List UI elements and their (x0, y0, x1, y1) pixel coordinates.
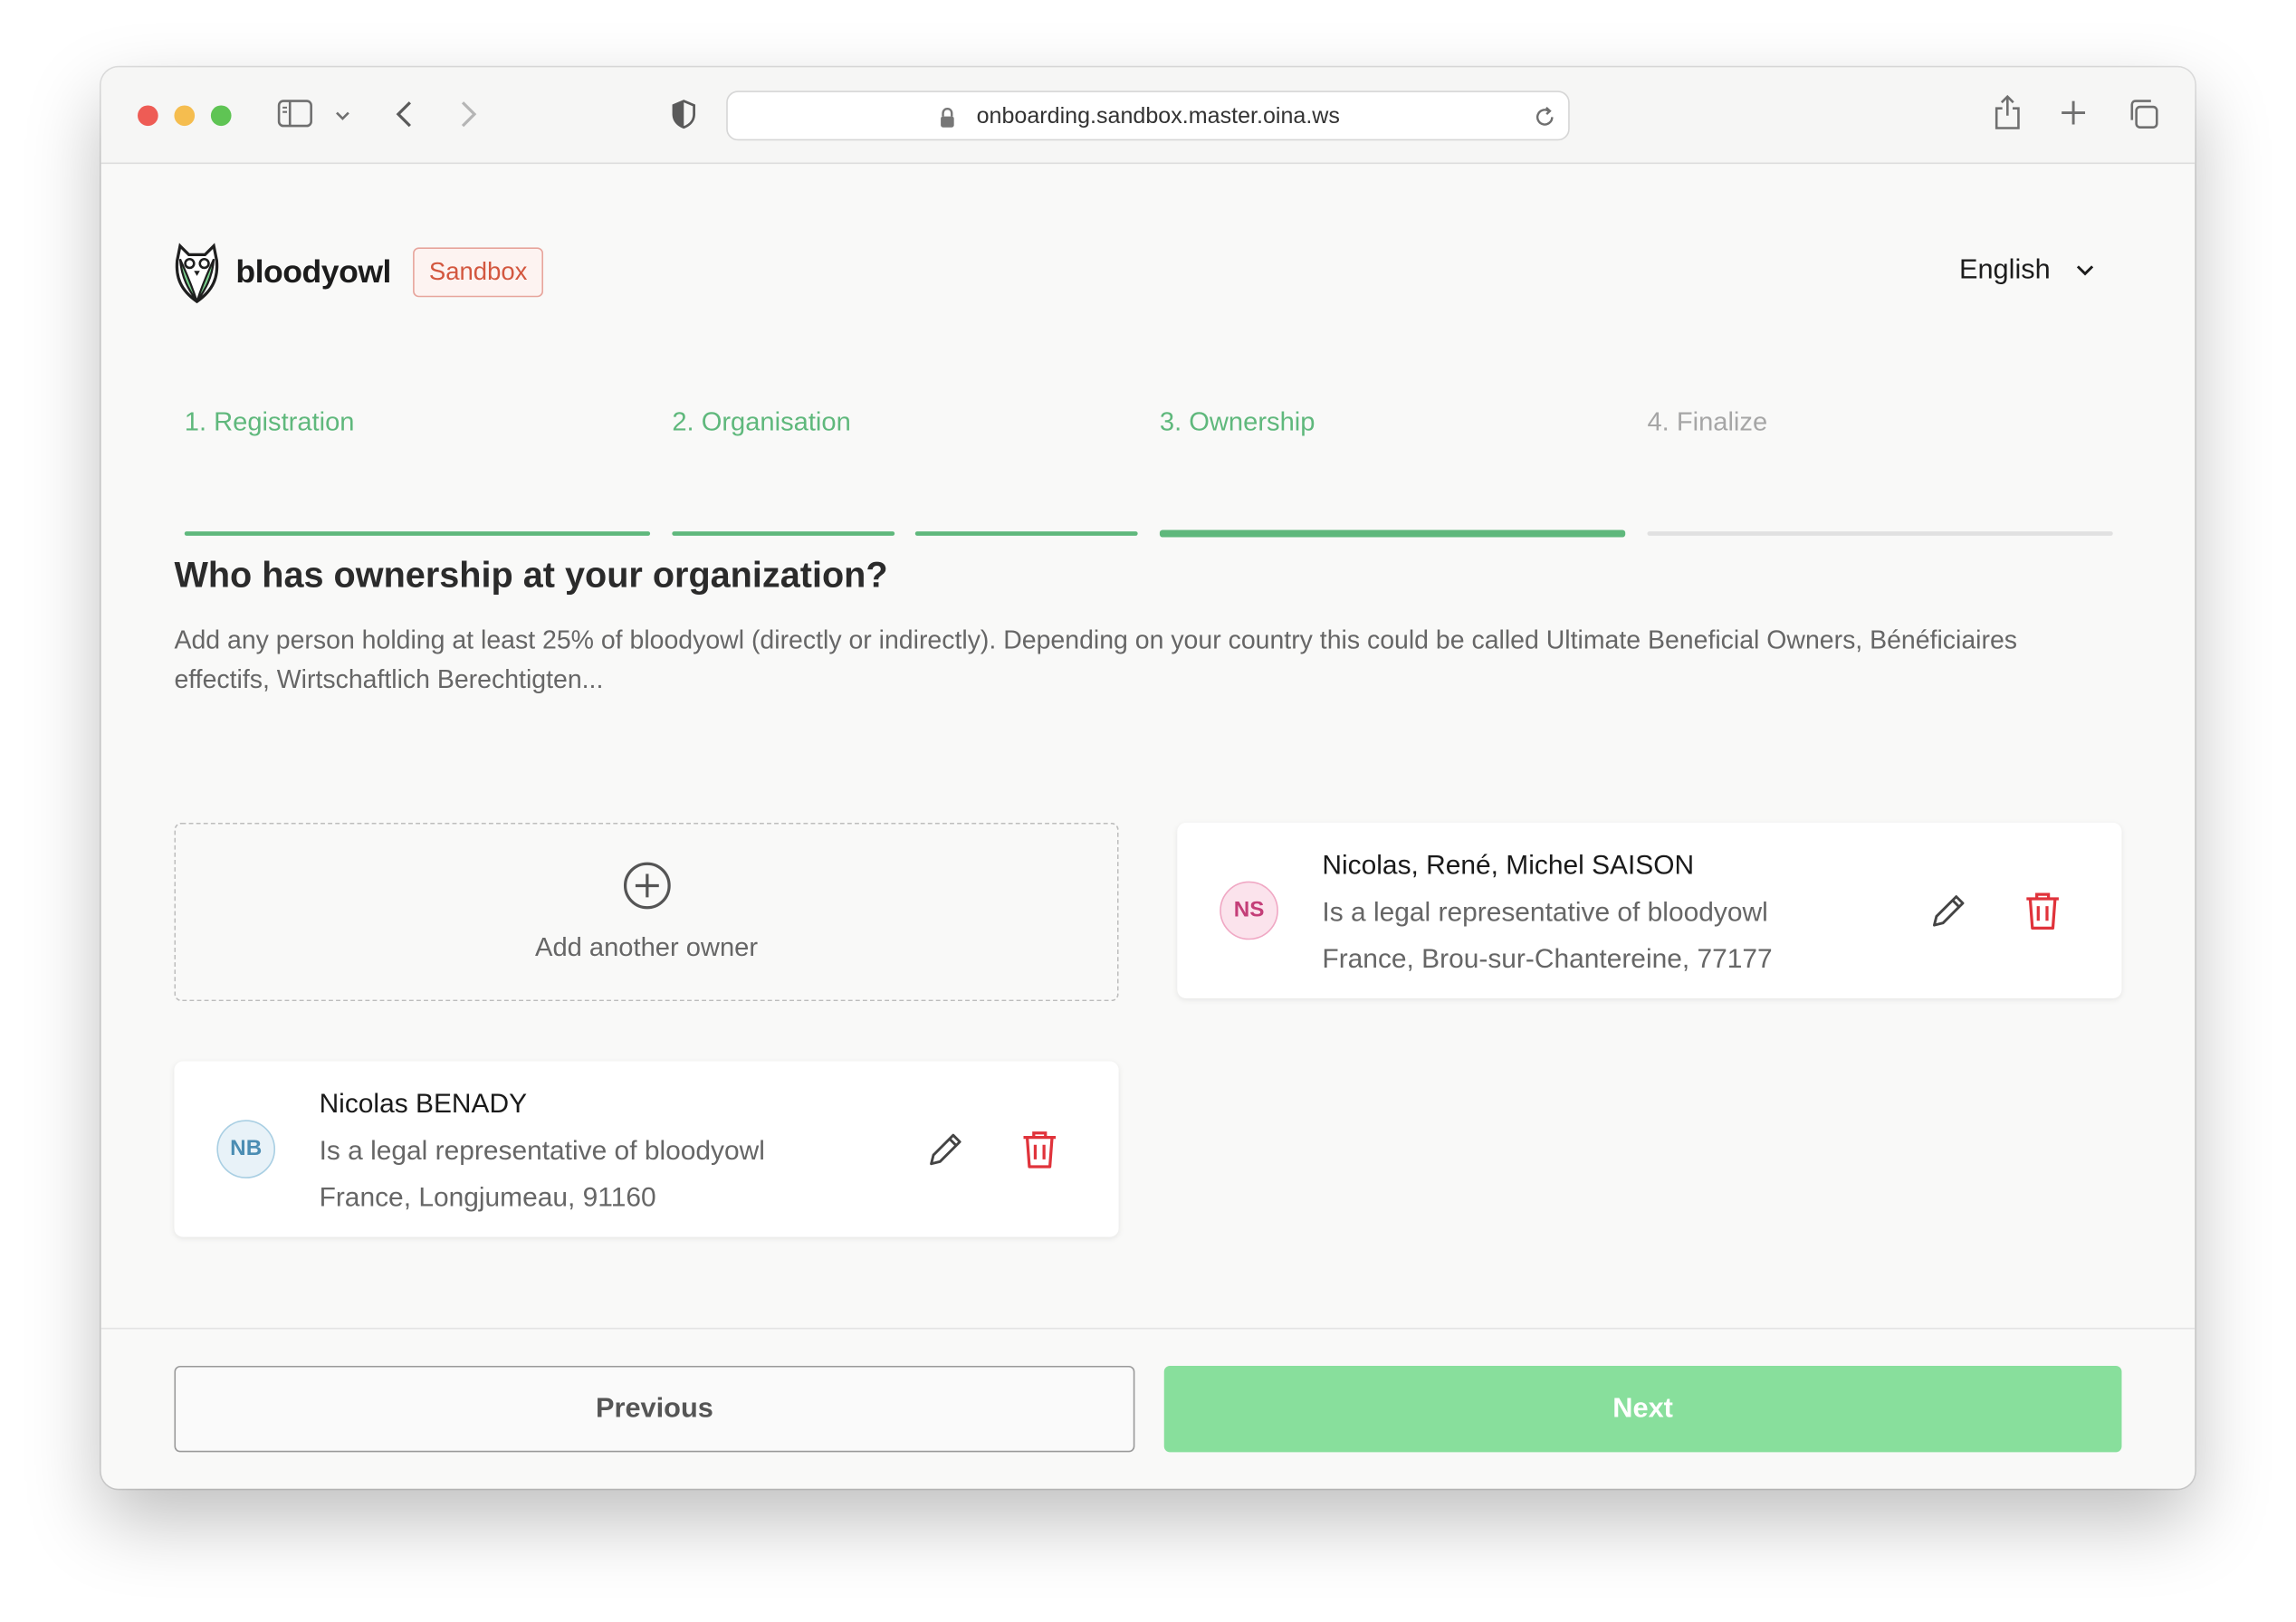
owner-address: France, Longjumeau, 91160 (319, 1181, 656, 1213)
avatar: NS (1220, 881, 1278, 940)
chevron-down-icon (2076, 265, 2094, 276)
minimize-window-button[interactable] (174, 105, 196, 127)
owner-name: Nicolas BENADY (319, 1087, 528, 1119)
environment-badge: Sandbox (413, 247, 544, 298)
owl-logo-icon (175, 243, 219, 304)
step-finalize-bar (1647, 531, 2113, 536)
add-owner-label: Add another owner (535, 932, 759, 962)
sidebar-toggle-icon[interactable] (277, 97, 315, 132)
tab-overview-icon[interactable] (2126, 97, 2161, 132)
next-button[interactable]: Next (1163, 1365, 2122, 1453)
trash-icon[interactable] (2022, 889, 2062, 933)
reload-icon[interactable] (1532, 104, 1558, 130)
url-text: onboarding.sandbox.master.oina.ws (976, 103, 1340, 129)
step-organisation-bar-2 (914, 531, 1138, 536)
step-organisation[interactable]: 2. Organisation (672, 407, 850, 438)
new-tab-icon[interactable] (2059, 98, 2088, 127)
owner-address: France, Brou-sur-Chantereine, 77177 (1322, 942, 1773, 974)
owner-name: Nicolas, René, Michel SAISON (1322, 849, 1695, 880)
pencil-icon[interactable] (1927, 889, 1971, 933)
step-organisation-bar (672, 531, 895, 536)
avatar: NB (216, 1120, 276, 1178)
language-label: English (1958, 254, 2051, 286)
back-arrow-icon[interactable] (391, 98, 417, 130)
language-selector[interactable]: English (1958, 254, 2094, 287)
footer-divider (100, 1327, 2196, 1330)
owner-role: Is a legal representative of bloodyowl (1322, 895, 1768, 927)
step-registration-bar (184, 531, 651, 536)
shield-icon[interactable] (669, 98, 698, 130)
browser-toolbar: onboarding.sandbox.master.oina.ws (100, 67, 2196, 165)
step-registration[interactable]: 1. Registration (185, 407, 355, 438)
owner-role: Is a legal representative of bloodyowl (319, 1134, 765, 1166)
step-ownership[interactable]: 3. Ownership (1160, 407, 1315, 438)
step-finalize: 4. Finalize (1647, 406, 1768, 436)
pencil-icon[interactable] (924, 1127, 969, 1171)
page-content: bloodyowl Sandbox English 1. Registratio… (100, 164, 2196, 1489)
chevron-down-icon[interactable] (332, 107, 353, 124)
plus-circle-icon (623, 862, 671, 910)
owner-card: NB Nicolas BENADY Is a legal representat… (174, 1061, 1119, 1237)
trash-icon[interactable] (1019, 1127, 1060, 1171)
page-description: Add any person holding at least 25% of b… (174, 625, 2018, 694)
add-owner-button[interactable]: Add another owner (174, 822, 1119, 1002)
previous-button[interactable]: Previous (174, 1365, 1135, 1453)
forward-arrow-icon[interactable] (455, 98, 482, 130)
address-bar[interactable]: onboarding.sandbox.master.oina.ws (726, 91, 1570, 141)
step-ownership-bar (1159, 530, 1626, 538)
share-icon[interactable] (1992, 92, 2024, 133)
page-title: Who has ownership at your organization? (174, 556, 888, 596)
owner-card: NS Nicolas, René, Michel SAISON Is a leg… (1177, 822, 2122, 998)
zoom-window-button[interactable] (210, 105, 232, 127)
browser-window: onboarding.sandbox.master.oina.ws bloody… (100, 67, 2196, 1489)
brand-name: bloodyowl (235, 253, 391, 291)
close-window-button[interactable] (138, 105, 158, 127)
